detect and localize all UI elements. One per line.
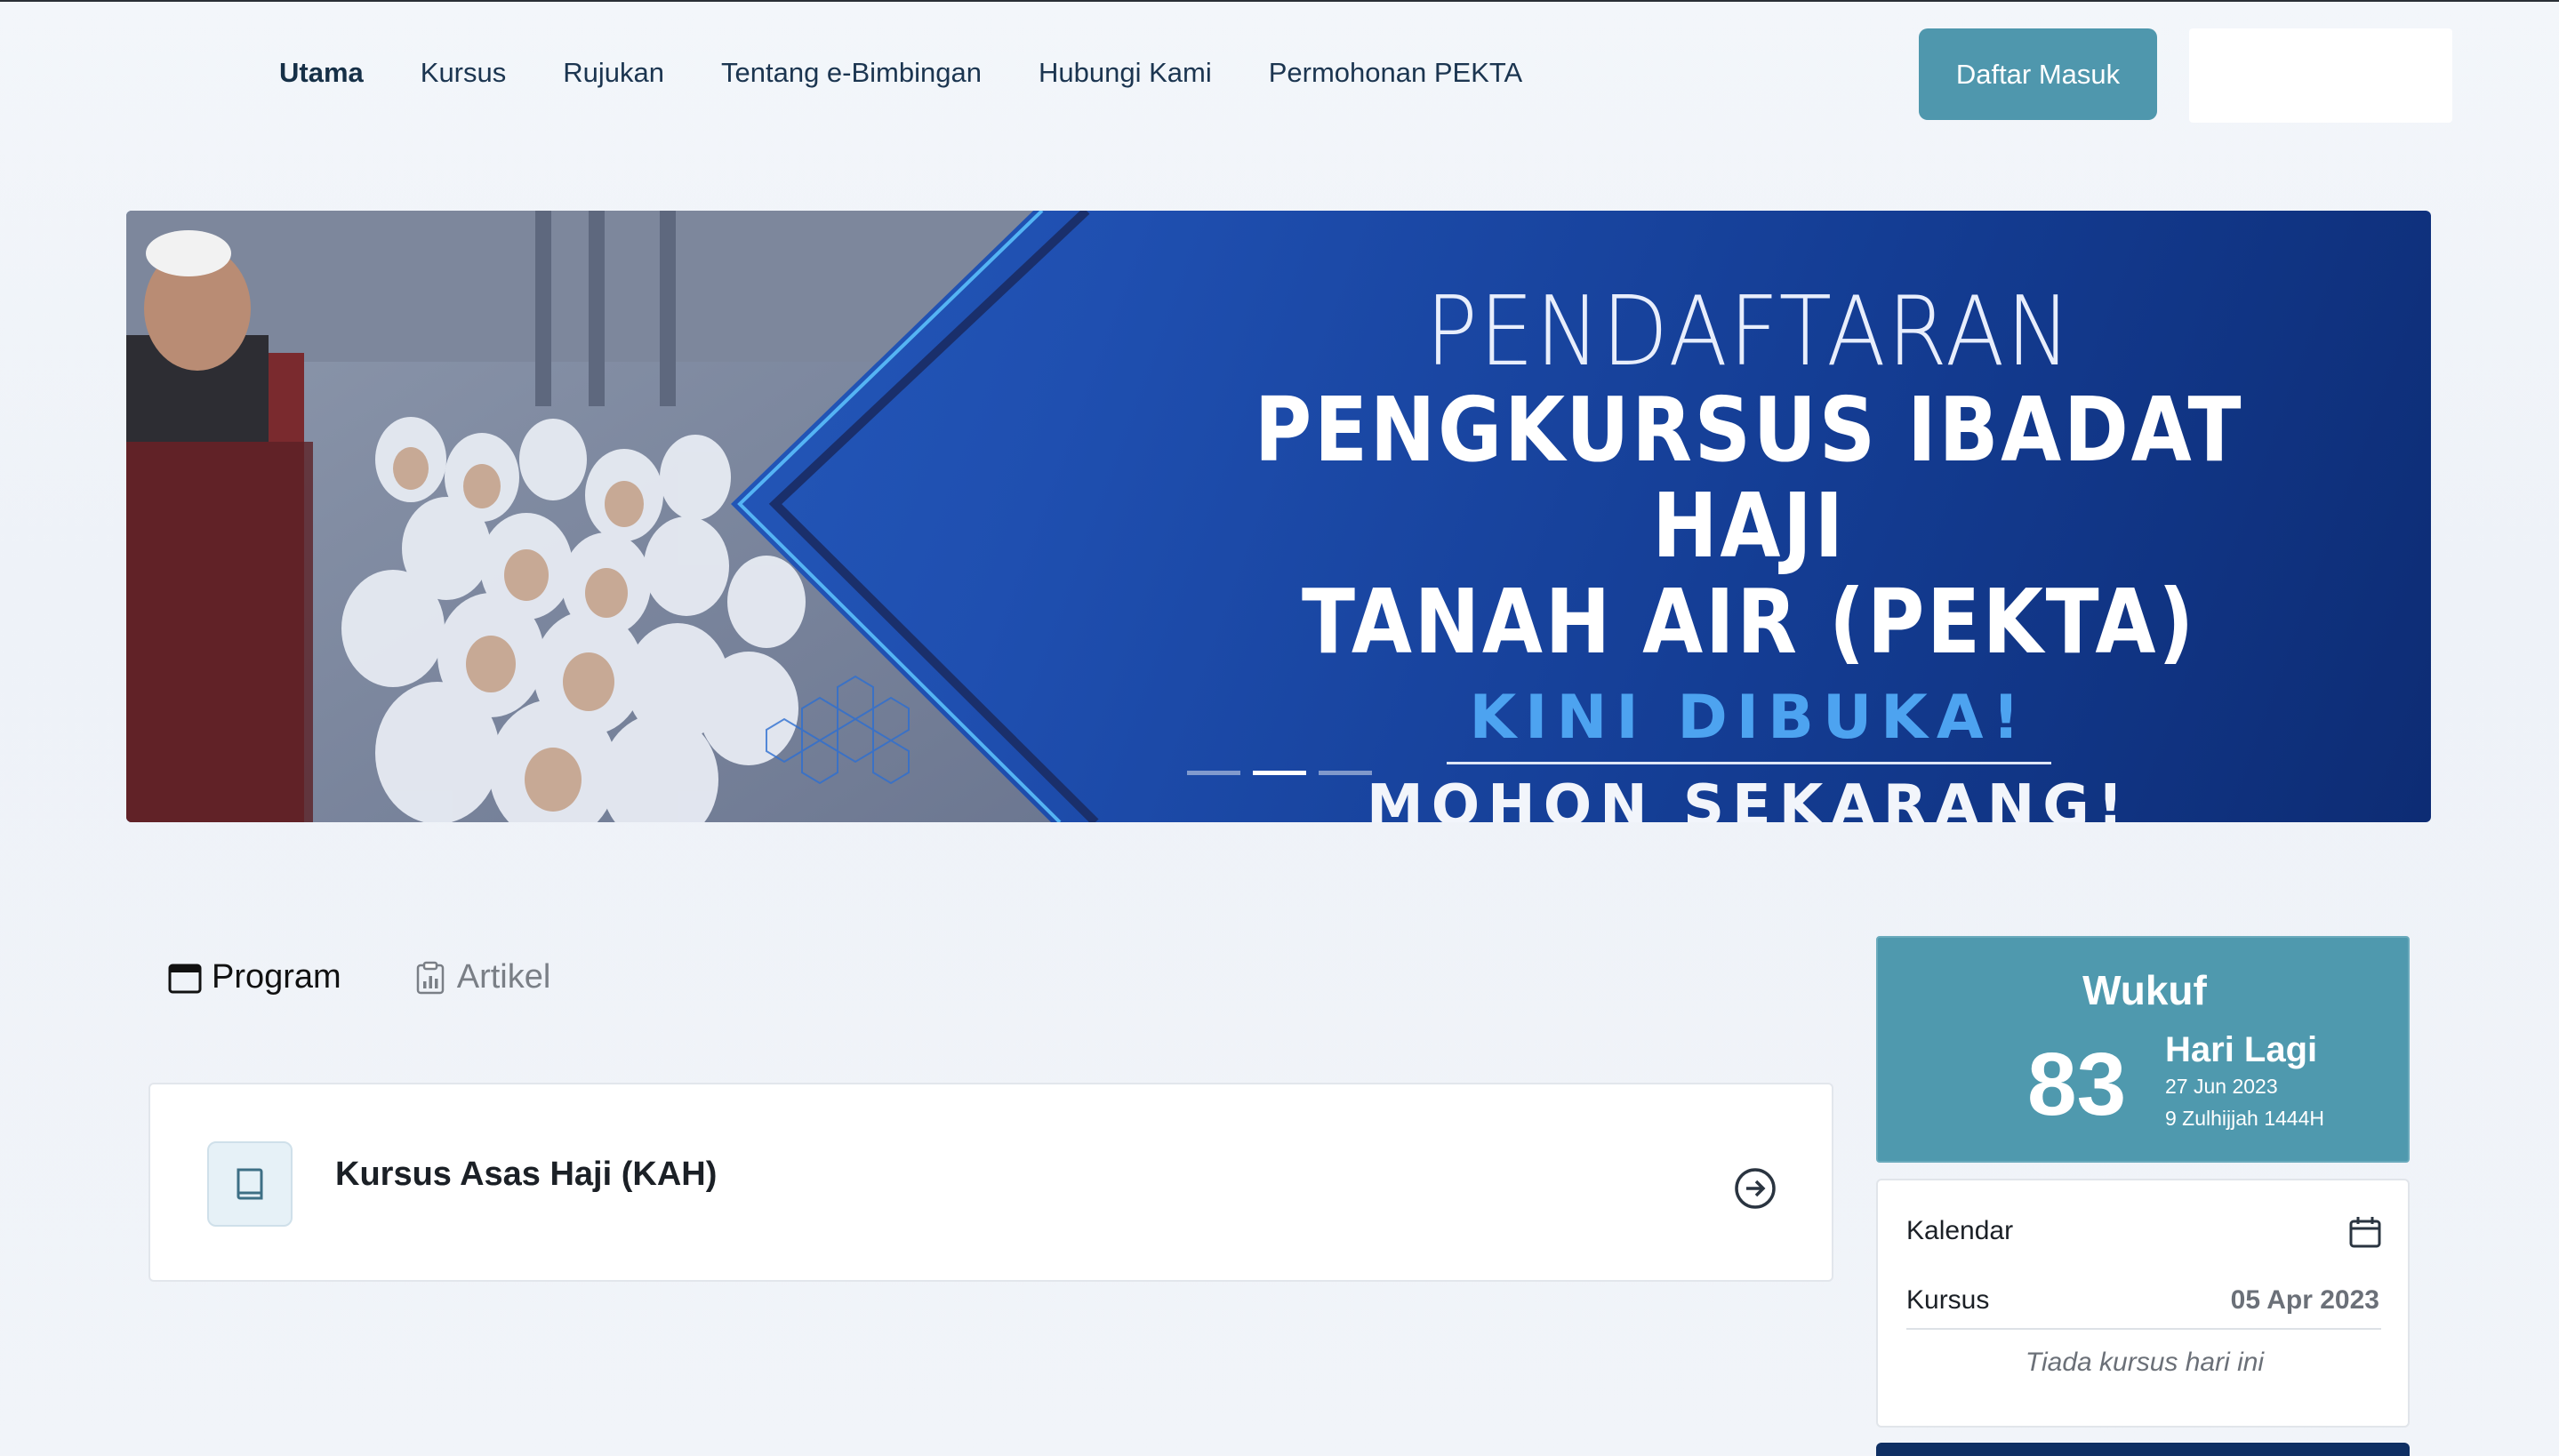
nav-blank-panel (2189, 28, 2452, 123)
wukuf-days-count: 83 (2027, 1035, 2127, 1134)
tab-artikel-label: Artikel (456, 958, 551, 996)
wukuf-days-label: Hari Lagi (2165, 1030, 2318, 1069)
content-tabs: Program Artikel (167, 958, 622, 996)
banner-mohon-sekarang: MOHON SEKARANG! (1367, 773, 2131, 822)
carousel-dot-3[interactable] (1319, 771, 1372, 775)
calendar-card: Kalendar Kursus 05 Apr 2023 Tiada kursus… (1876, 1179, 2410, 1428)
calendar-icon (168, 964, 202, 993)
nav-item-tentang[interactable]: Tentang e-Bimbingan (721, 57, 982, 89)
arrow-right-circle-icon[interactable] (1733, 1166, 1777, 1211)
banner-heading-pengkursus: PENGKURSUS IBADAT HAJI (1254, 378, 2244, 579)
banner-heading-pendaftaran: PENDAFTARAN (1425, 276, 2073, 388)
calendar-kursus-label: Kursus (1906, 1285, 1990, 1315)
nav-links: Utama Kursus Rujukan Tentang e-Bimbingan… (279, 57, 1579, 89)
nav-item-utama[interactable]: Utama (279, 57, 364, 89)
wukuf-gregorian-date: 27 Jun 2023 (2165, 1075, 2278, 1098)
banner-divider (1447, 762, 2051, 765)
login-button[interactable]: Daftar Masuk (1919, 28, 2157, 120)
nav-item-rujukan[interactable]: Rujukan (563, 57, 664, 89)
tab-program[interactable]: Program (167, 958, 341, 996)
tab-program-label: Program (212, 958, 341, 996)
wukuf-countdown-card: Wukuf 83 Hari Lagi 27 Jun 2023 9 Zulhijj… (1876, 936, 2410, 1163)
nav-item-permohonan-pekta[interactable]: Permohonan PEKTA (1269, 57, 1522, 89)
banner-crowd-photo (126, 211, 1099, 822)
calendar-date: 05 Apr 2023 (2230, 1285, 2379, 1315)
calendar-divider (1906, 1328, 2381, 1330)
top-navbar: Utama Kursus Rujukan Tentang e-Bimbingan… (0, 2, 2559, 144)
clipboard-chart-icon (416, 961, 444, 994)
next-card-edge (1876, 1443, 2410, 1456)
carousel-indicators (1187, 771, 1372, 775)
program-title[interactable]: Kursus Asas Haji (KAH) (335, 1156, 717, 1194)
wukuf-hijri-date: 9 Zulhijjah 1444H (2165, 1107, 2325, 1130)
tab-artikel[interactable]: Artikel (413, 958, 551, 996)
nav-item-kursus[interactable]: Kursus (421, 57, 506, 89)
program-icon-box (207, 1141, 293, 1227)
carousel-dot-1[interactable] (1187, 771, 1240, 775)
calendar-title: Kalendar (1906, 1216, 2014, 1245)
wukuf-title: Wukuf (2082, 967, 2207, 1013)
carousel-dot-2[interactable] (1253, 771, 1306, 775)
calendar-icon[interactable] (2347, 1214, 2383, 1250)
banner-text: PENDAFTARAN PENGKURSUS IBADAT HAJI TANAH… (1095, 282, 2403, 822)
calendar-empty-message: Tiada kursus hari ini (2025, 1348, 2265, 1377)
hero-banner[interactable]: PENDAFTARAN PENGKURSUS IBADAT HAJI TANAH… (126, 211, 2431, 822)
book-icon (237, 1168, 263, 1200)
program-card[interactable]: Kursus Asas Haji (KAH) (148, 1083, 1833, 1282)
nav-item-hubungi[interactable]: Hubungi Kami (1039, 57, 1212, 89)
banner-kini-dibuka: KINI DIBUKA! (1469, 683, 2029, 754)
banner-heading-pekta: TANAH AIR (PEKTA) (1301, 570, 2197, 675)
